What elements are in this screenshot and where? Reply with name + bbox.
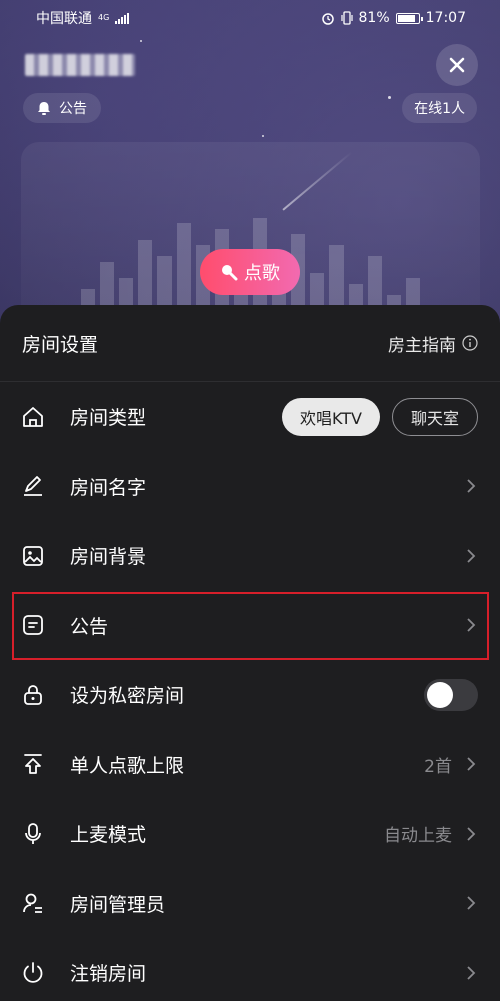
online-label: 在线1人 <box>414 101 465 117</box>
row-label: 注销房间 <box>70 963 147 986</box>
pencil-icon <box>20 473 46 499</box>
row-label: 上麦模式 <box>70 824 147 847</box>
row-room-name[interactable]: 房间名字 <box>0 452 500 522</box>
row-label: 房间背景 <box>70 546 147 569</box>
user-icon <box>20 890 46 916</box>
carrier-name: 中国联通 <box>36 11 92 27</box>
notice-icon <box>20 612 46 638</box>
chevron-right-icon <box>466 616 478 634</box>
chevron-right-icon <box>466 964 478 982</box>
meteor-streak <box>282 151 353 211</box>
room-settings-sheet: 房间设置 房主指南 房间类型 欢唱KTV 聊天室 房间名字 房间背景 公告 设为… <box>0 305 500 1001</box>
chevron-right-icon <box>466 894 478 912</box>
owner-guide-label: 房主指南 <box>388 335 456 356</box>
microphone-icon <box>222 265 238 281</box>
lock-icon <box>20 682 46 708</box>
row-mic-mode[interactable]: 上麦模式 自动上麦 <box>0 799 500 869</box>
private-room-toggle[interactable] <box>424 678 478 711</box>
clock: 17:07 <box>425 10 466 26</box>
sheet-title: 房间设置 <box>22 333 99 356</box>
row-label: 房间类型 <box>70 407 147 430</box>
info-icon <box>462 335 478 351</box>
chip-ktv[interactable]: 欢唱KTV <box>282 397 380 436</box>
vibrate-icon <box>340 11 353 25</box>
song-limit-value: 2首 <box>424 756 452 777</box>
network-type: 4G <box>98 13 110 22</box>
close-button[interactable] <box>436 44 478 86</box>
star <box>262 135 264 137</box>
chip-chatroom[interactable]: 聊天室 <box>391 397 478 436</box>
online-count[interactable]: 在线1人 <box>402 93 477 123</box>
row-cancel-room[interactable]: 注销房间 <box>0 938 500 1001</box>
notice-pill[interactable]: 公告 <box>23 93 101 123</box>
chevron-right-icon <box>466 755 478 773</box>
chevron-right-icon <box>466 825 478 843</box>
star <box>388 96 391 99</box>
battery-percent: 81% <box>358 10 390 26</box>
row-label: 设为私密房间 <box>70 685 185 708</box>
close-icon <box>449 57 465 73</box>
notice-label: 公告 <box>59 101 87 117</box>
room-name-blurred <box>25 54 135 76</box>
power-icon <box>20 960 46 986</box>
image-icon <box>20 543 46 569</box>
row-label: 房间管理员 <box>70 893 166 916</box>
signal-icon <box>115 12 130 24</box>
chevron-right-icon <box>466 477 478 495</box>
bell-icon <box>38 101 50 115</box>
order-song-label: 点歌 <box>244 263 280 284</box>
alarm-icon <box>321 13 334 25</box>
home-icon <box>20 404 46 430</box>
row-notice[interactable]: 公告 <box>0 591 500 661</box>
sheet-header: 房间设置 房主指南 <box>0 305 500 382</box>
row-private-room: 设为私密房间 <box>0 660 500 730</box>
chevron-right-icon <box>466 547 478 565</box>
stage-area <box>21 142 480 322</box>
row-song-limit[interactable]: 单人点歌上限 2首 <box>0 730 500 800</box>
row-room-background[interactable]: 房间背景 <box>0 521 500 591</box>
row-label: 公告 <box>70 615 109 638</box>
owner-guide-link[interactable]: 房主指南 <box>388 331 478 356</box>
mic-icon <box>20 821 46 847</box>
battery-icon <box>395 12 423 24</box>
row-room-type: 房间类型 欢唱KTV 聊天室 <box>0 382 500 452</box>
row-label: 房间名字 <box>70 476 147 499</box>
upload-icon <box>20 751 46 777</box>
row-room-admins[interactable]: 房间管理员 <box>0 869 500 939</box>
star <box>140 40 142 42</box>
status-bar: 中国联通 4G 81% 17:07 <box>0 0 500 36</box>
mic-mode-value: 自动上麦 <box>384 826 452 847</box>
row-label: 单人点歌上限 <box>70 754 185 777</box>
order-song-button[interactable]: 点歌 <box>200 249 300 295</box>
